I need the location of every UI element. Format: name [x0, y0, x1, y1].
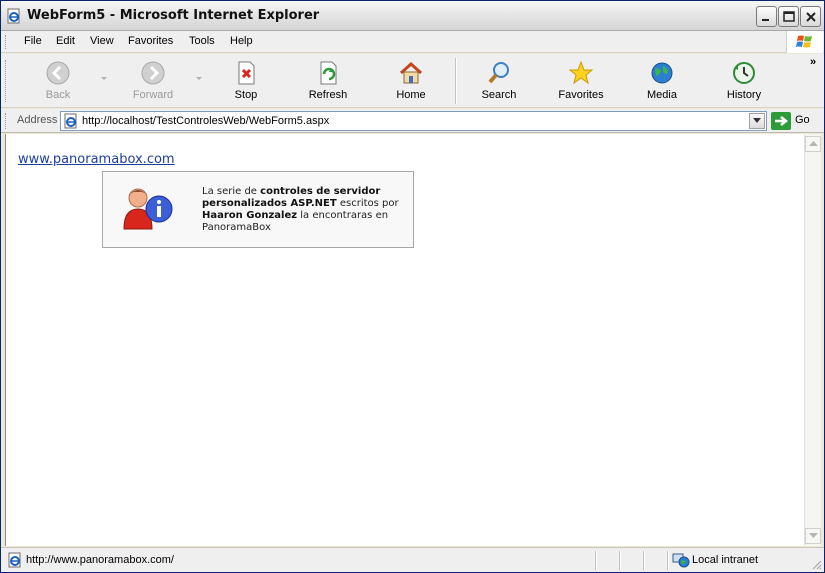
status-bar: http://www.panoramabox.com/ Local intran…: [1, 547, 824, 572]
menu-file[interactable]: File: [24, 35, 42, 47]
refresh-button[interactable]: Refresh: [293, 58, 363, 104]
refresh-icon: [320, 61, 337, 85]
forward-dropdown-icon[interactable]: [195, 74, 203, 82]
maximize-button[interactable]: [778, 6, 799, 27]
status-text: http://www.panoramabox.com/: [26, 554, 174, 566]
info-panel: La serie de controles de servidor person…: [102, 171, 414, 248]
media-label: Media: [647, 89, 677, 101]
back-label: Back: [45, 89, 71, 101]
windows-flag-icon: [796, 35, 812, 48]
info-text-2: escritos por: [336, 198, 399, 209]
menu-help[interactable]: Help: [230, 35, 253, 47]
media-button[interactable]: Media: [627, 58, 697, 104]
address-input[interactable]: [82, 114, 742, 128]
home-icon: [399, 61, 423, 84]
menu-grip[interactable]: [5, 35, 8, 49]
minimize-button[interactable]: [756, 6, 777, 27]
address-field[interactable]: [60, 111, 767, 131]
favorites-star-icon: [568, 60, 594, 85]
minimize-icon: [762, 19, 769, 21]
refresh-label: Refresh: [308, 89, 348, 101]
menu-edit[interactable]: Edit: [56, 35, 75, 47]
home-label: Home: [396, 89, 426, 101]
forward-label: Forward: [132, 89, 174, 101]
history-button[interactable]: History: [709, 58, 779, 104]
favorites-button[interactable]: Favorites: [546, 58, 616, 104]
go-arrow-icon: [771, 112, 791, 130]
chevron-up-icon: [809, 141, 818, 146]
status-divider: [595, 551, 597, 570]
page-content: www.panoramabox.com La serie de controle…: [5, 134, 804, 546]
stop-button[interactable]: Stop: [211, 58, 281, 104]
scroll-up-button[interactable]: [805, 136, 821, 152]
search-icon: [488, 62, 509, 84]
back-dropdown-icon[interactable]: [100, 74, 108, 82]
resize-grip-icon[interactable]: [810, 558, 822, 570]
close-button[interactable]: [800, 6, 821, 27]
back-button[interactable]: Back: [23, 58, 93, 104]
media-globe-icon: [651, 62, 673, 84]
menu-favorites[interactable]: Favorites: [128, 35, 173, 47]
title-bar: WebForm5 - Microsoft Internet Explorer: [1, 1, 824, 31]
go-label: Go: [795, 114, 810, 126]
menu-view[interactable]: View: [90, 35, 114, 47]
ie-page-icon: [64, 113, 77, 129]
toolbar-separator: [455, 58, 457, 104]
home-button[interactable]: Home: [376, 58, 446, 104]
maximize-icon: [783, 11, 795, 22]
person-info-icon: [123, 188, 173, 230]
ie-page-icon: [8, 552, 21, 568]
search-label: Search: [481, 89, 517, 101]
history-clock-icon: [733, 62, 755, 84]
search-button[interactable]: Search: [464, 58, 534, 104]
close-icon: [806, 12, 816, 22]
favorites-label: Favorites: [558, 89, 604, 101]
vertical-scrollbar[interactable]: [804, 134, 821, 546]
chevron-down-icon: [809, 533, 818, 538]
toolbar-grip[interactable]: [5, 60, 8, 102]
windows-logo: [786, 31, 823, 53]
stop-icon: [238, 61, 255, 85]
stop-label: Stop: [234, 89, 258, 101]
window-title: WebForm5 - Microsoft Internet Explorer: [27, 8, 320, 23]
local-intranet-icon: [672, 553, 690, 568]
panoramabox-link[interactable]: www.panoramabox.com: [18, 152, 175, 167]
menu-bar: File Edit View Favorites Tools Help: [1, 31, 824, 53]
status-divider: [619, 551, 621, 570]
ie-page-icon: [7, 8, 20, 24]
address-grip[interactable]: [5, 113, 8, 129]
menu-tools[interactable]: Tools: [189, 35, 215, 47]
chevron-down-icon: [753, 118, 761, 123]
forward-button[interactable]: Forward: [118, 58, 188, 104]
status-divider: [643, 551, 645, 570]
browser-window: WebForm5 - Microsoft Internet Explorer F…: [0, 0, 825, 573]
status-divider: [667, 551, 669, 570]
standard-toolbar: Back Forward Stop Refresh Home Search Fa…: [1, 54, 824, 108]
address-dropdown-button[interactable]: [749, 113, 765, 129]
toolbar-more-chevron[interactable]: »: [810, 56, 816, 68]
forward-arrow-icon: [141, 61, 165, 85]
go-button[interactable]: Go: [771, 111, 819, 131]
security-zone-text: Local intranet: [692, 554, 759, 566]
address-label: Address: [17, 114, 58, 126]
scroll-down-button[interactable]: [805, 528, 821, 544]
info-bold-author: Haaron Gonzalez: [202, 210, 298, 221]
back-arrow-icon: [46, 61, 70, 85]
address-bar: Address Go: [1, 109, 824, 133]
history-label: History: [726, 89, 762, 101]
info-text: La serie de controles de servidor person…: [202, 186, 412, 234]
info-text-1: La serie de: [202, 186, 261, 197]
